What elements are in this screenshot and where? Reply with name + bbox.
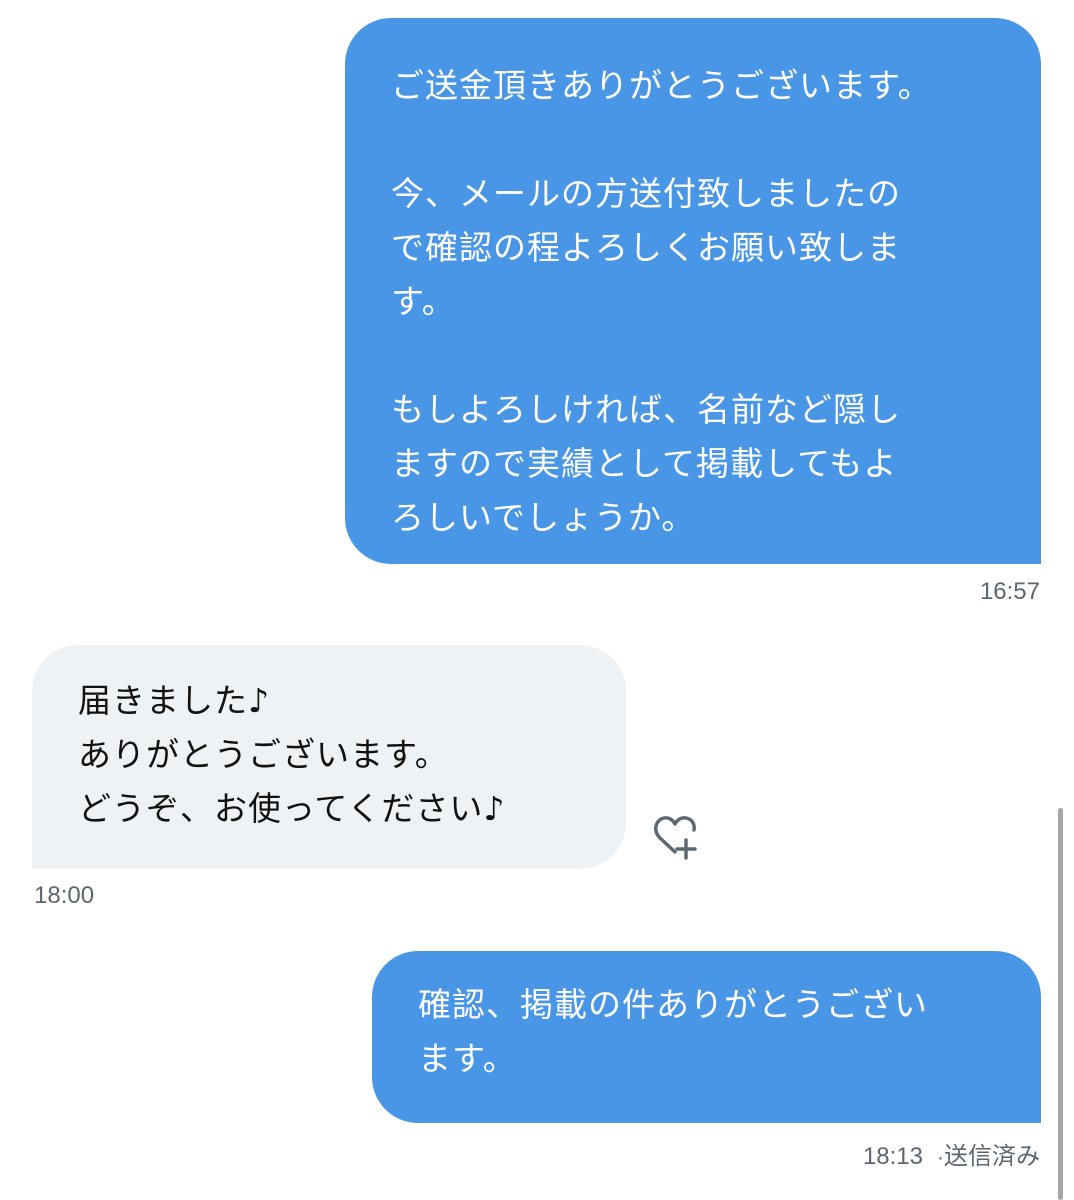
message-paragraph: 今、メールの方送付致しましたの で確認の程よろしくお願い致しま す。 <box>391 174 901 321</box>
message-timestamp: 18:13 <box>862 1143 923 1170</box>
message-paragraph: 確認、掲載の件ありがとうござい ます。 <box>418 985 928 1078</box>
message-paragraph: 届きました♪ ありがとうございます。 どうぞ、お使ってください♪ <box>78 681 506 828</box>
meta-separator: · <box>937 1146 944 1169</box>
heart-plus-icon[interactable] <box>652 812 710 864</box>
received-message-bubble[interactable]: 届きました♪ ありがとうございます。 どうぞ、お使ってください♪ <box>32 645 626 869</box>
message-timestamp: 18:00 <box>34 882 95 909</box>
sent-message-bubble[interactable]: 確認、掲載の件ありがとうござい ます。 <box>372 951 1041 1123</box>
message-meta: 18:13 ·送信済み <box>863 1136 1040 1171</box>
sent-message-bubble[interactable]: ご送金頂きありがとうございます。 今、メールの方送付致しましたの で確認の程よろ… <box>345 18 1041 564</box>
message-paragraph: もしよろしければ、名前など隠し ますので実績として掲載してもよ ろしいでしょうか… <box>391 390 901 537</box>
message-timestamp: 16:57 <box>979 578 1040 605</box>
scrollbar[interactable] <box>1058 808 1063 1200</box>
message-paragraph: ご送金頂きありがとうございます。 <box>391 66 932 105</box>
delivery-status: 送信済み <box>944 1143 1040 1170</box>
